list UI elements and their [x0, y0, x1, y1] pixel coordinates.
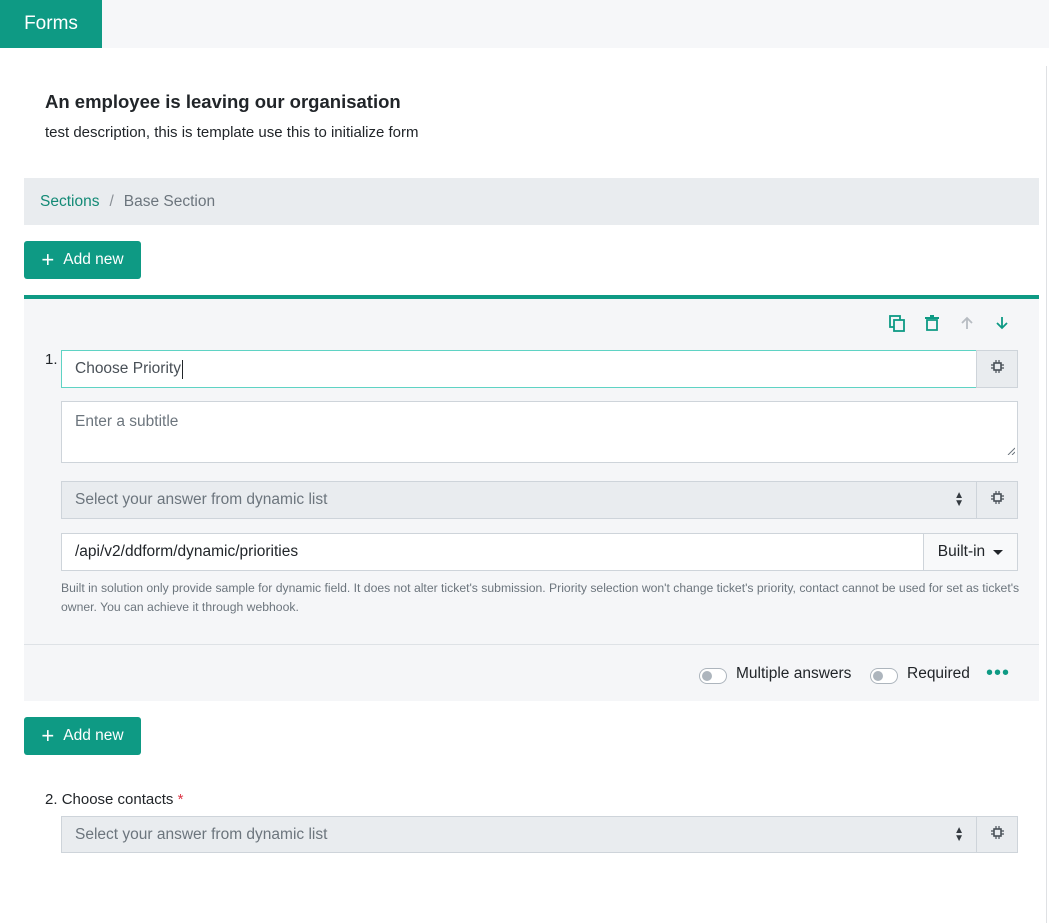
- api-url-input[interactable]: /api/v2/ddform/dynamic/priorities: [61, 533, 924, 571]
- question-title-input[interactable]: Choose Priority: [61, 350, 977, 388]
- breadcrumb-current: Base Section: [123, 192, 216, 210]
- select-arrows-icon: ▲ ▼: [954, 824, 964, 844]
- question-footer: Multiple answers Required •••: [24, 644, 1039, 705]
- question-2-settings-button[interactable]: [976, 816, 1018, 853]
- trash-icon[interactable]: [923, 314, 941, 332]
- add-new-button-top[interactable]: + Add new: [24, 241, 141, 279]
- answer-settings-button[interactable]: [976, 481, 1018, 519]
- resize-handle-icon[interactable]: [1007, 442, 1016, 460]
- question-2-label: 2. Choose contacts *: [45, 791, 183, 808]
- more-options-icon[interactable]: •••: [986, 662, 1010, 685]
- chip-icon: [990, 360, 1004, 378]
- top-bar: Forms: [0, 0, 1049, 48]
- question-number: 1.: [45, 351, 58, 368]
- form-description: test description, this is template use t…: [45, 124, 419, 141]
- add-new-label: Add new: [63, 251, 124, 268]
- answer-type-select[interactable]: Select your answer from dynamic list ▲ ▼: [61, 481, 977, 519]
- page-divider: [1046, 66, 1047, 923]
- question-card-1: 1. Choose Priority Enter a subtitle Sele…: [24, 295, 1039, 701]
- question-2-answer-select[interactable]: Select your answer from dynamic list ▲ ▼: [61, 816, 977, 853]
- dynamic-field-help-text: Built in solution only provide sample fo…: [61, 581, 1020, 614]
- breadcrumb-sections-link[interactable]: Sections: [40, 193, 99, 211]
- chip-icon: [990, 491, 1004, 509]
- toggle-knob: [873, 671, 883, 681]
- toggle-knob: [702, 671, 712, 681]
- subtitle-textarea[interactable]: Enter a subtitle: [61, 401, 1018, 463]
- copy-icon[interactable]: [888, 314, 906, 332]
- required-mark: *: [177, 791, 184, 808]
- add-new-label: Add new: [63, 727, 124, 744]
- multiple-answers-toggle[interactable]: [699, 668, 727, 684]
- app-tab-forms[interactable]: Forms: [0, 0, 102, 48]
- required-label: Required: [907, 665, 970, 682]
- breadcrumb-separator: /: [109, 192, 114, 210]
- answer-type-value: Select your answer from dynamic list: [75, 491, 328, 508]
- text-caret: [181, 359, 183, 379]
- add-new-button-bottom[interactable]: + Add new: [24, 717, 141, 755]
- breadcrumb: Sections / Base Section: [24, 178, 1039, 225]
- select-arrows-icon: ▲ ▼: [954, 490, 964, 509]
- question-2-number: 2.: [45, 791, 58, 808]
- question-2-answer-value: Select your answer from dynamic list: [75, 825, 328, 843]
- arrow-down-icon[interactable]: [993, 314, 1011, 332]
- required-toggle[interactable]: [870, 668, 898, 684]
- title-settings-button[interactable]: [976, 350, 1018, 388]
- source-dropdown[interactable]: Built-in: [923, 533, 1018, 571]
- plus-icon: +: [41, 247, 55, 272]
- multiple-answers-label: Multiple answers: [736, 665, 852, 682]
- source-dropdown-label: Built-in: [937, 543, 986, 560]
- subtitle-placeholder: Enter a subtitle: [75, 413, 179, 430]
- question-2-title: Choose contacts: [61, 791, 174, 808]
- arrow-up-icon[interactable]: [958, 314, 976, 332]
- caret-down-icon: [993, 549, 1004, 555]
- chip-icon: [990, 825, 1004, 844]
- api-url-value: /api/v2/ddform/dynamic/priorities: [75, 543, 299, 560]
- question-title-value: Choose Priority: [75, 360, 181, 377]
- plus-icon: +: [41, 723, 55, 748]
- form-title: An employee is leaving our organisation: [45, 91, 401, 112]
- question-toolbar: [888, 314, 1011, 332]
